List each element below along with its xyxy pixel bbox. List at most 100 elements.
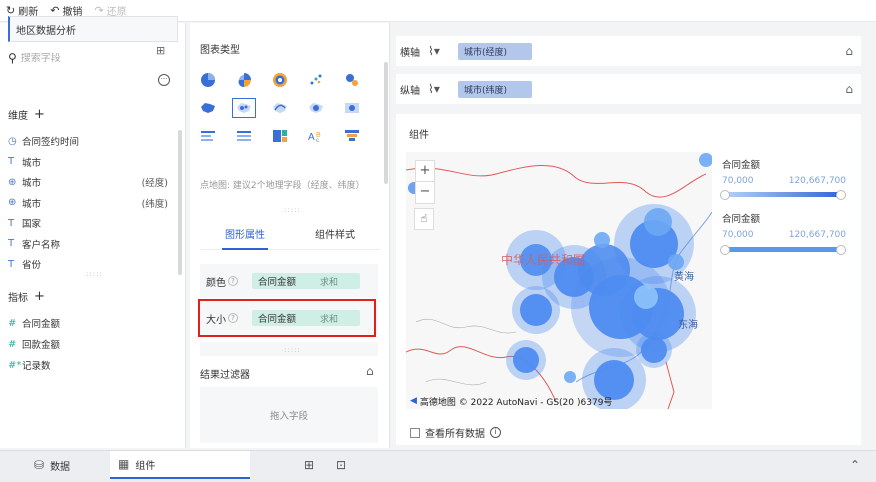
- word-cloud-icon[interactable]: ABc: [304, 126, 328, 146]
- dimension-field[interactable]: ⊕ 城市 (经度): [8, 172, 168, 192]
- map-zoom-control: + −: [415, 160, 435, 204]
- svg-text:A: A: [308, 132, 315, 143]
- legend-min-handle[interactable]: [720, 190, 730, 200]
- help-icon[interactable]: ?: [228, 276, 238, 286]
- pie-chart-icon[interactable]: [196, 70, 220, 90]
- dimension-section-title: 维度 +: [8, 107, 45, 123]
- legend-max: 120,667,700: [788, 176, 846, 186]
- country-label: 中华人民共和国: [501, 252, 585, 267]
- point-map[interactable]: 中华人民共和国 黄海 东海: [406, 152, 712, 409]
- dimension-field[interactable]: T 客户名称: [8, 234, 168, 254]
- show-all-label: 查看所有数据: [425, 429, 485, 440]
- region-map-icon[interactable]: [196, 98, 220, 118]
- filter-drop-zone[interactable]: 拖入字段: [200, 387, 378, 443]
- color-field-agg[interactable]: 求和: [320, 275, 360, 288]
- tab-component-style[interactable]: 组件样式: [290, 218, 380, 249]
- size-legend-bar[interactable]: [724, 247, 844, 252]
- measure-field[interactable]: # 回款金额: [8, 334, 168, 354]
- axis-type-icon[interactable]: ⌇▾: [428, 82, 458, 96]
- bubble[interactable]: [699, 153, 712, 167]
- bubble[interactable]: [668, 254, 684, 270]
- clear-filter-icon[interactable]: ⌂: [366, 364, 374, 378]
- config-tabs: 图形属性 组件样式: [200, 218, 380, 250]
- chart-type-title: 图表类型: [200, 45, 240, 56]
- search-input[interactable]: [20, 52, 151, 64]
- resize-handle[interactable]: :::::: [86, 270, 103, 278]
- zoom-in-button[interactable]: +: [416, 161, 434, 182]
- y-axis-label: 纵轴: [400, 85, 420, 97]
- sunburst-chart-icon[interactable]: [268, 70, 292, 90]
- field-panel-scrollbar[interactable]: [178, 130, 182, 275]
- bubble[interactable]: [641, 337, 667, 363]
- legend-min-handle[interactable]: [720, 245, 730, 255]
- province-line: [415, 318, 517, 334]
- flow-map-icon[interactable]: [268, 98, 292, 118]
- zoom-out-button[interactable]: −: [416, 182, 434, 203]
- field-suffix: (纬度): [141, 198, 168, 210]
- bubble[interactable]: [594, 232, 610, 248]
- number-type-icon: #*: [8, 359, 22, 371]
- number-type-icon: #: [8, 338, 17, 350]
- color-legend-title: 合同金额: [722, 160, 761, 171]
- collapse-button[interactable]: ⌃: [850, 451, 860, 479]
- dimension-field[interactable]: T 国家: [8, 213, 168, 233]
- bubble[interactable]: [513, 347, 539, 373]
- add-measure-icon[interactable]: +: [34, 290, 45, 303]
- legend-min: 70,000: [722, 176, 754, 186]
- svg-text:c: c: [316, 138, 319, 143]
- database-icon: ⛁: [34, 458, 45, 472]
- color-field-pill[interactable]: 合同金额 求和: [252, 273, 360, 289]
- x-axis-field-pill[interactable]: 城市(经度): [458, 42, 532, 60]
- tab-component[interactable]: ▦ 组件: [110, 451, 250, 479]
- heat-map-icon[interactable]: [304, 98, 328, 118]
- filter-placeholder: 拖入字段: [269, 411, 308, 422]
- dimension-field[interactable]: T 城市: [8, 152, 168, 172]
- bubble[interactable]: [634, 285, 658, 309]
- field-name: 合同签约时间: [22, 137, 80, 148]
- data-tab-label: 数据: [50, 461, 71, 473]
- scatter-chart-icon[interactable]: [304, 70, 328, 90]
- indicator-card-icon[interactable]: [196, 126, 220, 146]
- measure-field[interactable]: #* 记录数: [8, 355, 168, 375]
- funnel-chart-icon[interactable]: [340, 126, 364, 146]
- resize-handle[interactable]: :::::: [284, 346, 301, 354]
- pan-tool-icon[interactable]: ☝: [414, 208, 434, 230]
- bubble[interactable]: [644, 208, 672, 236]
- bubble-chart-icon[interactable]: [340, 70, 364, 90]
- show-all-checkbox[interactable]: [410, 427, 420, 438]
- resize-handle[interactable]: :::::: [284, 206, 301, 214]
- axis-type-icon[interactable]: ⌇▾: [428, 44, 458, 58]
- point-map-icon[interactable]: [232, 98, 256, 118]
- more-options-icon[interactable]: ···: [158, 74, 170, 86]
- density-map-icon[interactable]: [340, 98, 364, 118]
- x-axis-label: 横轴: [400, 47, 420, 59]
- add-dimension-icon[interactable]: +: [34, 108, 45, 121]
- add-dashboard-button[interactable]: ⊡: [336, 451, 346, 479]
- add-component-button[interactable]: ⊞: [304, 451, 314, 479]
- bubble[interactable]: [520, 294, 552, 326]
- legend-max: 120,667,700: [788, 230, 846, 240]
- rose-chart-icon[interactable]: [232, 70, 256, 90]
- color-legend-bar[interactable]: [724, 192, 844, 197]
- chart-type-scrollbar[interactable]: [384, 62, 388, 184]
- treemap-icon[interactable]: [268, 126, 292, 146]
- dimension-field[interactable]: ◷ 合同签约时间: [8, 131, 168, 151]
- legend-max-handle[interactable]: [836, 245, 846, 255]
- clear-axis-icon[interactable]: ⌂: [845, 44, 853, 58]
- dataset-selector[interactable]: 地区数据分析: [8, 16, 178, 42]
- add-component-icon: ⊞: [304, 458, 315, 472]
- detail-table-icon[interactable]: [232, 126, 256, 146]
- bubble[interactable]: [564, 371, 576, 383]
- tab-data[interactable]: ⛁ 数据: [34, 451, 70, 479]
- y-axis-field-pill[interactable]: 城市(纬度): [458, 80, 532, 98]
- size-highlight-box: [198, 299, 376, 337]
- tab-graphic-props[interactable]: 图形属性: [200, 218, 290, 250]
- number-type-icon: #: [8, 317, 17, 329]
- clear-axis-icon[interactable]: ⌂: [845, 82, 853, 96]
- text-type-icon: T: [8, 156, 15, 167]
- info-icon[interactable]: i: [490, 427, 501, 438]
- measure-field[interactable]: # 合同金额: [8, 313, 168, 333]
- dimension-field[interactable]: ⊕ 城市 (纬度): [8, 193, 168, 213]
- legend-max-handle[interactable]: [836, 190, 846, 200]
- field-name: 国家: [22, 219, 42, 230]
